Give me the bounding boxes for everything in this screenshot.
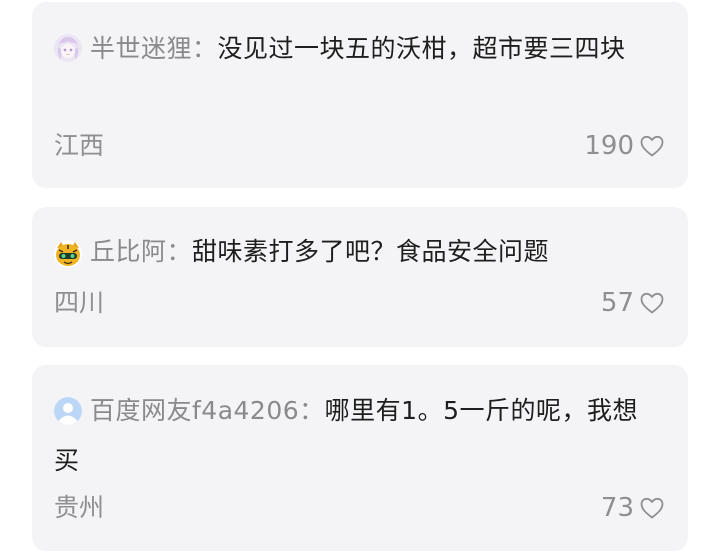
heart-icon bbox=[640, 135, 664, 157]
like-button[interactable]: 190 bbox=[584, 131, 666, 161]
like-count: 57 bbox=[600, 288, 634, 318]
comment-body: 丘比阿：甜味素打多了吧？食品安全问题 bbox=[54, 227, 658, 277]
comment-card[interactable]: 百度网友f4a4206：哪里有1。5一斤的呢，我想买 贵州 73 bbox=[32, 365, 688, 551]
comment-body: 半世迷狸：没见过一块五的沃柑，超市要三四块 bbox=[54, 24, 658, 74]
like-count: 190 bbox=[584, 131, 634, 161]
like-count: 73 bbox=[600, 493, 634, 523]
username-separator: ： bbox=[299, 396, 325, 425]
comment-card[interactable]: 丘比阿：甜味素打多了吧？食品安全问题 四川 57 bbox=[32, 207, 688, 347]
comment-username[interactable]: 半世迷狸 bbox=[90, 34, 192, 63]
heart-icon bbox=[640, 292, 664, 314]
comment-username[interactable]: 丘比阿 bbox=[90, 237, 167, 266]
like-button[interactable]: 57 bbox=[601, 288, 666, 318]
comment-text: 甜味素打多了吧？食品安全问题 bbox=[192, 237, 550, 266]
comment-username[interactable]: 百度网友f4a4206 bbox=[90, 396, 299, 425]
comment-location: 四川 bbox=[54, 288, 105, 317]
comment-body: 百度网友f4a4206：哪里有1。5一斤的呢，我想买 bbox=[54, 386, 658, 486]
comment-location: 贵州 bbox=[54, 493, 105, 522]
username-separator: ： bbox=[166, 237, 193, 266]
comment-card[interactable]: 半世迷狸：没见过一块五的沃柑，超市要三四块 江西 190 bbox=[32, 2, 688, 188]
comment-text: 没见过一块五的沃柑，超市要三四块 bbox=[217, 34, 626, 63]
heart-icon bbox=[640, 497, 664, 519]
comment-list: 半世迷狸：没见过一块五的沃柑，超市要三四块 江西 190 丘比阿：甜味素打多了吧… bbox=[0, 0, 720, 556]
like-button[interactable]: 73 bbox=[601, 493, 666, 523]
comment-location: 江西 bbox=[54, 131, 105, 160]
username-separator: ： bbox=[192, 34, 218, 63]
